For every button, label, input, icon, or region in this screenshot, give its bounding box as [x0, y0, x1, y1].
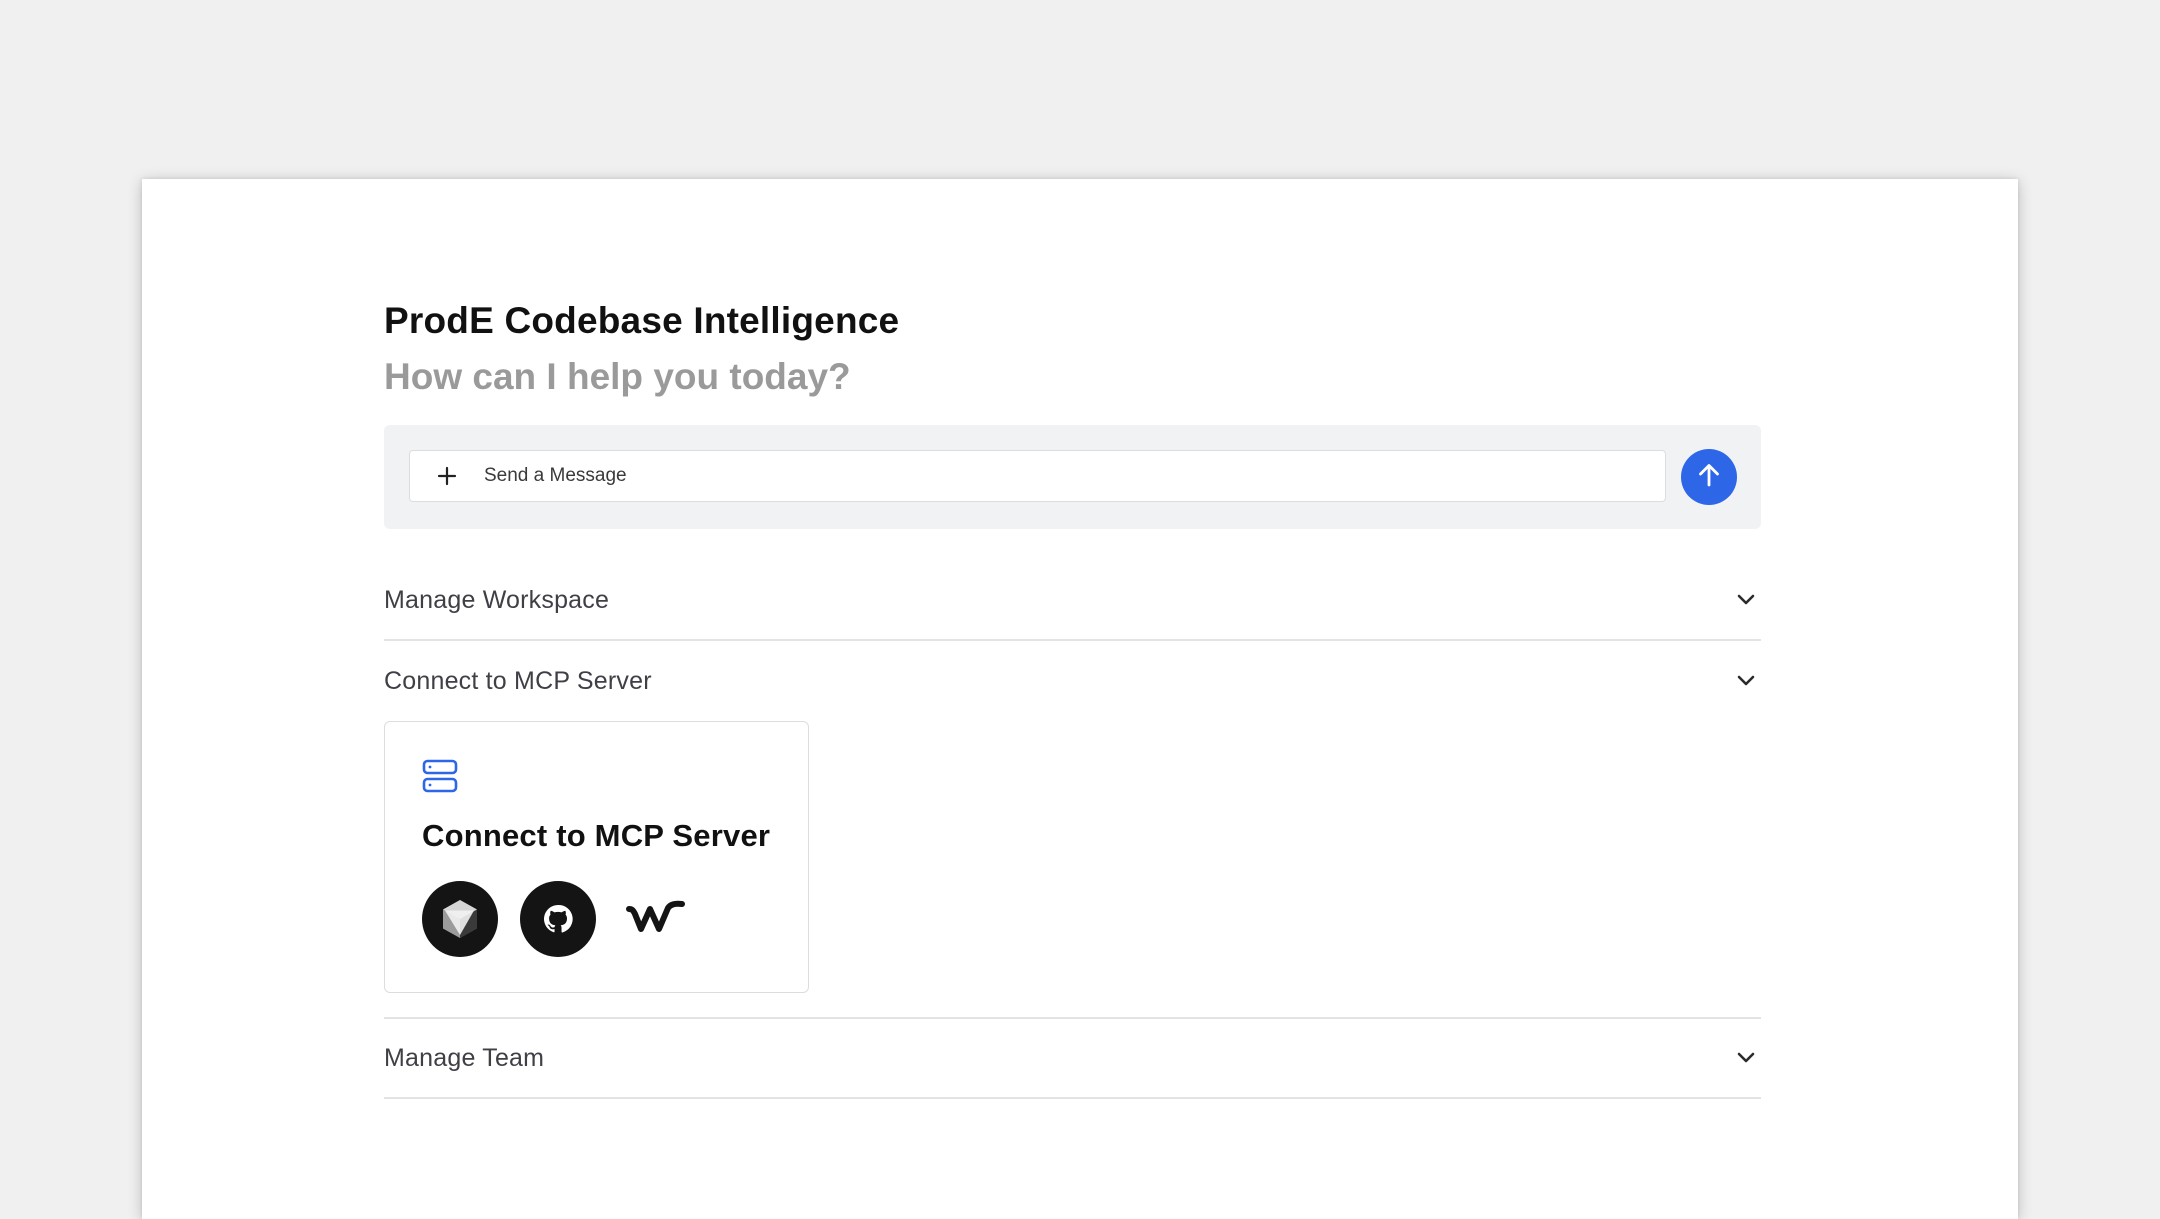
cursor-logo[interactable] — [422, 881, 498, 957]
chevron-down-icon — [1735, 670, 1757, 692]
message-input[interactable] — [482, 455, 1665, 497]
section-header-manage-workspace[interactable]: Manage Workspace — [384, 569, 1761, 631]
github-logo[interactable] — [520, 881, 596, 957]
section-label: Manage Workspace — [384, 585, 610, 614]
page-subtitle: How can I help you today? — [384, 356, 851, 397]
mcp-client-logos — [422, 881, 694, 957]
message-input-box — [409, 450, 1666, 502]
section-connect-mcp: Connect to MCP Server Connect to MCP Ser… — [384, 641, 1761, 1019]
chevron-down-icon — [1735, 589, 1757, 611]
plus-icon[interactable] — [432, 461, 462, 491]
mcp-card-title: Connect to MCP Server — [422, 818, 771, 853]
chevron-down-icon — [1735, 1047, 1757, 1069]
message-composer — [384, 425, 1761, 529]
mcp-server-card[interactable]: Connect to MCP Server — [384, 721, 809, 993]
windsurf-logo[interactable] — [618, 881, 694, 957]
app-window: ProdE Codebase Intelligence How can I he… — [142, 179, 2018, 1219]
section-manage-team: Manage Team — [384, 1019, 1761, 1099]
arrow-up-icon — [1694, 460, 1724, 495]
page-title: ProdE Codebase Intelligence — [384, 300, 900, 341]
main-content: ProdE Codebase Intelligence How can I he… — [384, 299, 1761, 1099]
section-manage-workspace: Manage Workspace — [384, 569, 1761, 641]
section-header-connect-mcp[interactable]: Connect to MCP Server — [384, 641, 1761, 721]
section-label: Connect to MCP Server — [384, 666, 652, 695]
send-button[interactable] — [1681, 449, 1737, 505]
section-header-manage-team[interactable]: Manage Team — [384, 1019, 1761, 1097]
server-icon — [422, 758, 458, 799]
section-label: Manage Team — [384, 1043, 545, 1072]
